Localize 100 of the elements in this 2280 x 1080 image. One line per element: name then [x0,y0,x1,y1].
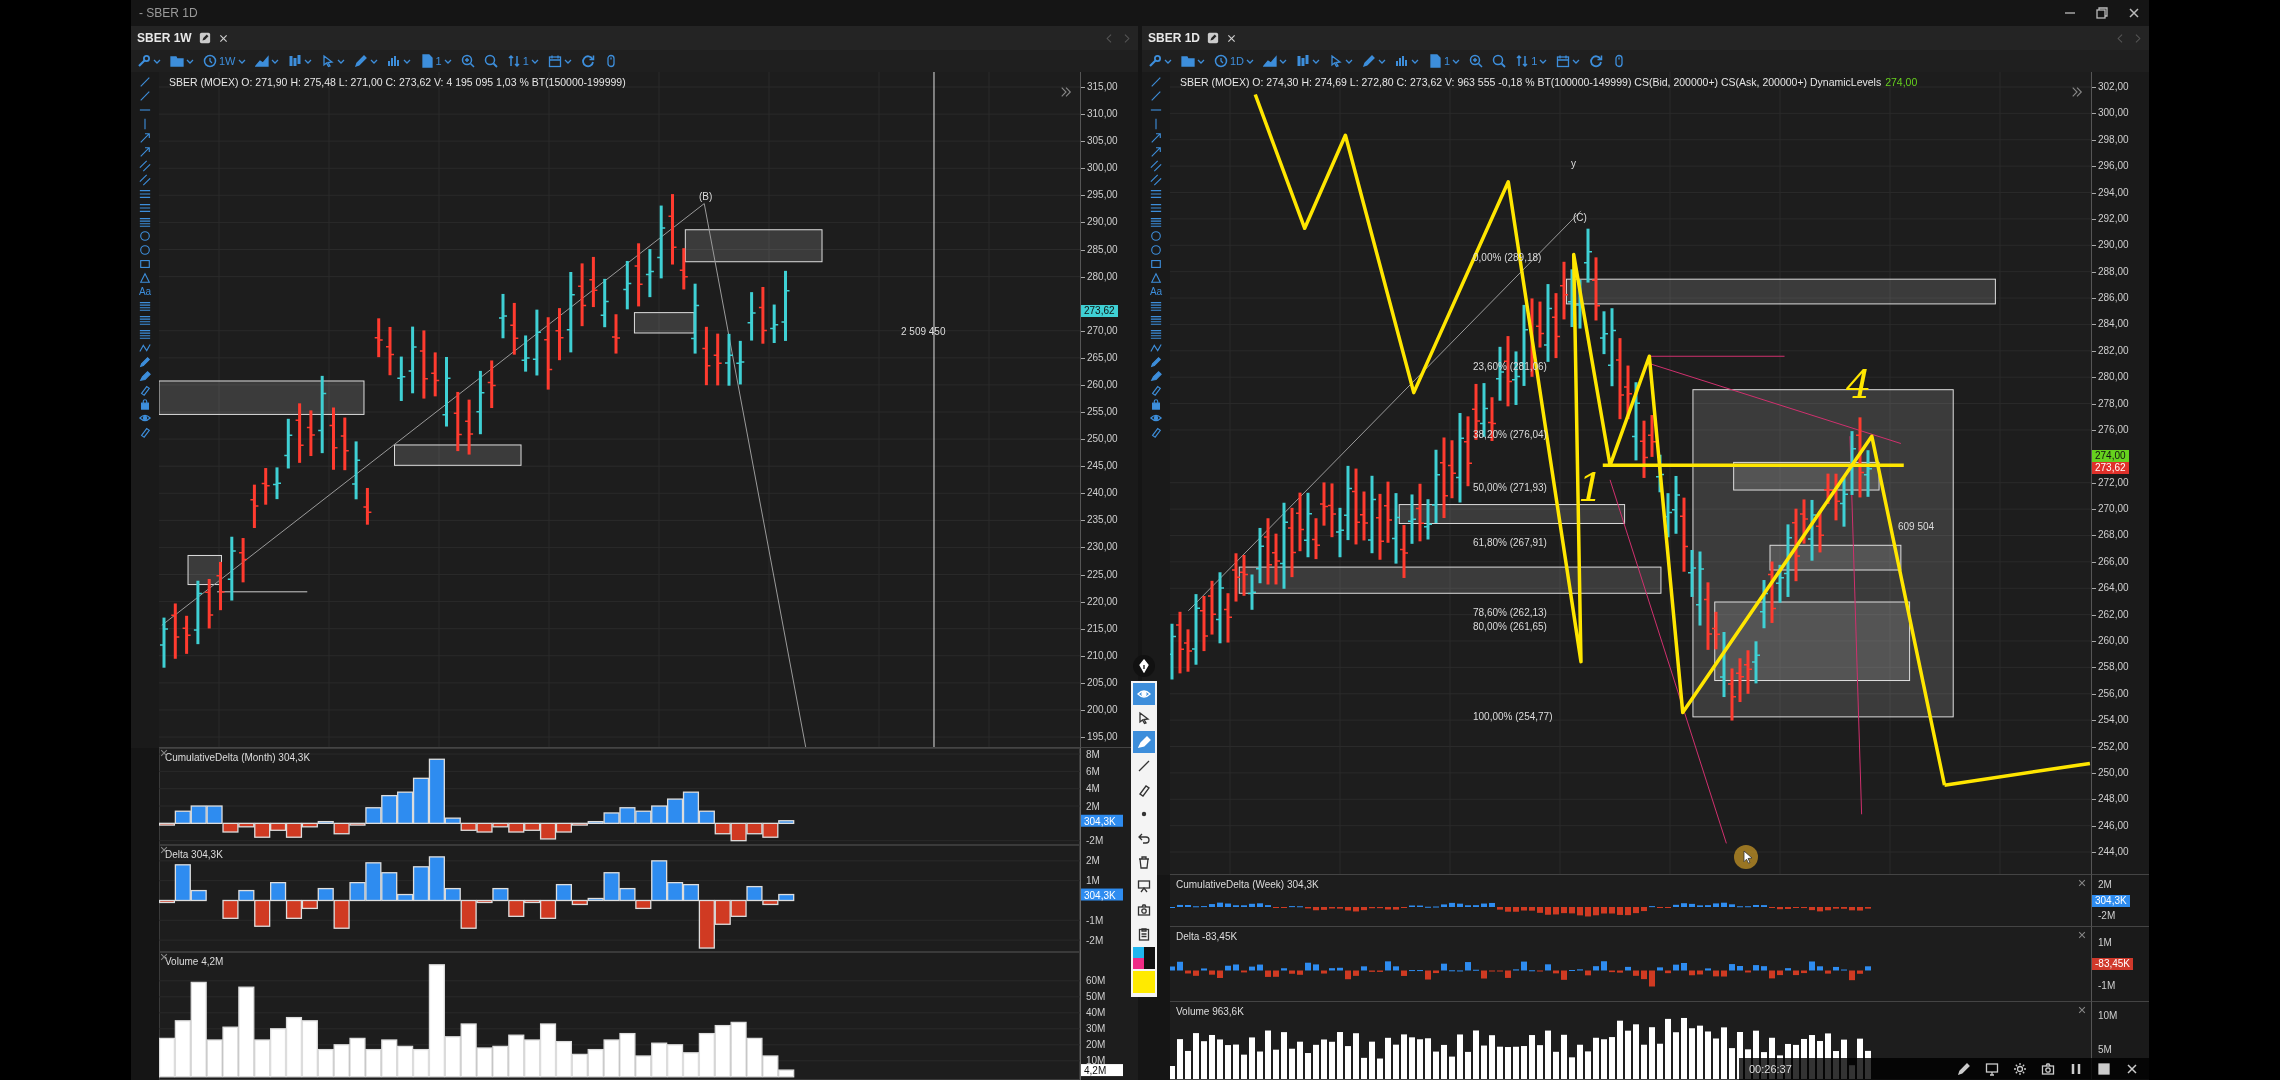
price-tick-label: 278,00 [2092,397,2129,410]
price-tick-label: 272,00 [2092,476,2129,489]
price-tick-label: 245,00 [1081,460,1118,473]
price-marker: 274,00 [2092,450,2129,463]
price-tick-label: 298,00 [2092,133,2129,146]
price-tick-label: 235,00 [1081,514,1118,527]
legend-value: 274,00 [1885,75,1918,90]
price-tick-label: 300,00 [1081,162,1118,175]
chart-label: 61,80% (267,91) [1473,536,1547,550]
price-tick-label: 250,00 [2092,766,2129,779]
axis-tick-label: 50M [1086,991,1106,1003]
price-tick-label: 256,00 [2092,687,2129,700]
last-value-marker: -83,45K [2092,958,2134,970]
indicator-title: CumulativeDelta (Month) 304,3K [165,751,311,765]
price-tick-label: 264,00 [2092,582,2129,595]
price-marker: 273,62 [2092,462,2129,475]
axis-tick-label: 40M [1086,1007,1106,1019]
chart-legend: SBER (MOEX) O: 271,90 H: 275,48 L: 271,00 C: 273,62 V: 4 195 095 1,03 % BT(150000-199999) [169,75,626,91]
price-tick-label: 294,00 [2092,186,2129,199]
price-tick-label: 246,00 [2092,819,2129,832]
price-tick-label: 285,00 [1081,243,1118,256]
price-tick-label: 270,00 [2092,503,2129,516]
axis-tick-label: 30M [1086,1023,1106,1035]
price-tick-label: 305,00 [1081,135,1118,148]
chart-label: (B) [699,190,713,204]
chart-label: 80,00% (261,65) [1473,620,1547,634]
axis-tick-label: -2M [2097,910,2116,923]
price-tick-label: 258,00 [2092,661,2129,674]
price-tick-label: 290,00 [1081,216,1118,229]
price-tick-label: 315,00 [1081,81,1118,93]
price-tick-label: 225,00 [1081,568,1118,581]
last-value-marker: 304,3K [2092,894,2130,907]
price-tick-label: 290,00 [2092,239,2129,252]
price-tick-label: 205,00 [1081,676,1118,689]
price-tick-label: 244,00 [2092,846,2129,858]
price-tick-label: 286,00 [2092,292,2129,305]
chart-legend: SBER (MOEX) O: 274,30 H: 274,69 L: 272,80 C: 273,62 V: 963 555 -0,18 % BT(100000-149999) CS(Bid, 200000+) CS(Ask, 200000+) DynamicLevels [1180,75,1882,91]
price-tick-label: 310,00 [1081,108,1118,121]
timeframe-button[interactable]: 1W [203,54,246,68]
axis-tick-label: -1M [1086,914,1104,926]
axis-tick-label: 8M [1086,748,1100,760]
price-tick-label: 230,00 [1081,541,1118,554]
window-title: - SBER 1D [139,5,198,22]
handwritten-mark: 1 [1578,467,1604,507]
price-tick-label: 266,00 [2092,555,2129,568]
price-tick-label: 215,00 [1081,622,1118,635]
axis-tick-label: 1M [2097,936,2112,949]
price-tick-label: 270,00 [1081,324,1118,337]
price-tick-label: 255,00 [1081,406,1118,418]
price-tick-label: 295,00 [1081,189,1118,202]
timeframe-button[interactable]: 1D [1214,54,1255,68]
last-value-marker: 304,3K [1081,888,1123,901]
price-tick-label: 280,00 [1081,270,1118,283]
price-tick-label: 265,00 [1081,351,1118,364]
price-tick-label: 260,00 [1081,378,1118,391]
text-tool[interactable]: Aa [1149,286,1163,298]
price-tick-label: 284,00 [2092,318,2129,331]
chart-tab[interactable]: SBER 1W [137,29,192,47]
price-tick-label: 195,00 [1081,731,1118,744]
price-tick-label: 268,00 [2092,529,2129,542]
price-tick-label: 282,00 [2092,344,2129,357]
price-tick-label: 200,00 [1081,703,1118,716]
template-button[interactable]: 1 [419,54,452,68]
price-tick-label: 260,00 [2092,634,2129,647]
axis-tick-label: -2M [1086,835,1104,845]
price-marker: 273,62 [1081,305,1118,318]
price-tick-label: 248,00 [2092,793,2129,806]
sort-button[interactable]: 1 [1515,54,1548,68]
axis-tick-label: 60M [1086,975,1106,987]
axis-tick-label: 2M [1086,800,1100,812]
indicator-title: Volume 4,2M [165,955,224,969]
chart-label: y [1571,157,1576,171]
price-tick-label: 292,00 [2092,212,2129,225]
template-button[interactable]: 1 [1428,54,1461,68]
indicator-title: Delta -83,45K [1176,930,1238,944]
price-tick-label: 210,00 [1081,649,1118,662]
axis-tick-label: 1M [1086,875,1100,887]
chart-label: 78,60% (262,13) [1473,606,1547,620]
chart-label: (C) [1573,211,1587,225]
axis-tick-label: 2M [2097,878,2112,891]
price-tick-label: 300,00 [2092,107,2129,120]
price-tick-label: 276,00 [2092,423,2129,436]
chart-label: 2 509 450 [901,325,946,339]
chart-label: 50,00% (271,93) [1473,481,1547,495]
last-value-marker: 4,2M [1081,1064,1123,1077]
price-tick-label: 288,00 [2092,265,2129,278]
axis-tick-label: -1M [2097,979,2116,992]
chart-tab[interactable]: SBER 1D [1148,29,1200,47]
axis-tick-label: 4M [1086,783,1100,795]
axis-tick-label: 20M [1086,1039,1106,1051]
price-tick-label: 280,00 [2092,371,2129,384]
price-tick-label: 240,00 [1081,487,1118,500]
sort-button[interactable]: 1 [506,54,539,68]
chart-label: 609 504 [1898,520,1935,534]
price-tick-label: 254,00 [2092,714,2129,727]
axis-tick-label: 10M [2097,1010,2118,1022]
text-tool[interactable]: Aa [138,286,152,298]
price-tick-label: 262,00 [2092,608,2129,621]
indicator-title: CumulativeDelta (Week) 304,3K [1176,878,1319,892]
axis-tick-label: 5M [2097,1044,2112,1056]
